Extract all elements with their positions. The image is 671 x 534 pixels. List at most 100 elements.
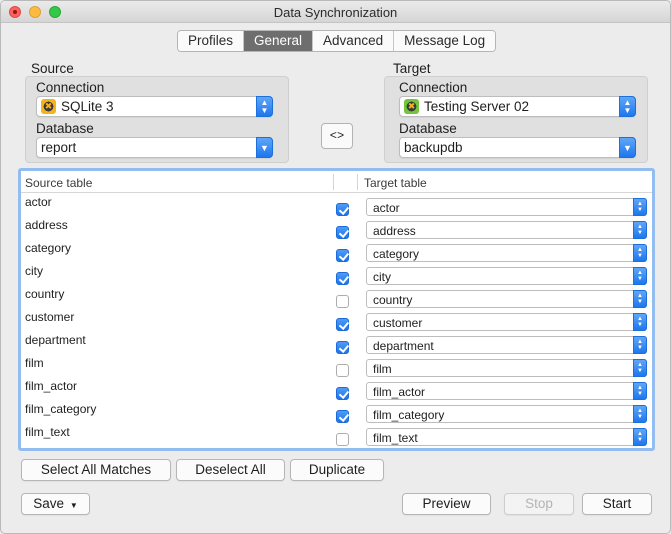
source-connection-select[interactable]: ✖ SQLite 3 ▲ ▼ <box>36 96 273 117</box>
chevron-updown-icon: ▲ ▼ <box>633 359 647 377</box>
triangle-down-icon: ▼ <box>69 501 78 510</box>
save-button[interactable]: Save ▼ <box>21 493 90 515</box>
table-row[interactable]: film film ▲ ▼ <box>21 356 652 379</box>
row-include-checkbox[interactable] <box>336 364 349 377</box>
target-table-select[interactable]: department ▲ ▼ <box>366 336 647 354</box>
chevron-updown-icon: ▲ ▼ <box>633 290 647 308</box>
deselect-all-button[interactable]: Deselect All <box>176 459 285 481</box>
tab-message-log[interactable]: Message Log <box>393 31 496 51</box>
window-title: Data Synchronization <box>273 5 398 20</box>
row-include-checkbox[interactable] <box>336 387 349 400</box>
target-database-select[interactable]: backupdb ▼ <box>399 137 636 158</box>
table-row[interactable]: film_category film_category ▲ ▼ <box>21 402 652 425</box>
row-include-checkbox[interactable] <box>336 433 349 446</box>
table-row[interactable]: city city ▲ ▼ <box>21 264 652 287</box>
row-include-checkbox[interactable] <box>336 226 349 239</box>
target-heading: Target <box>393 61 431 76</box>
target-table-value: customer <box>373 316 423 330</box>
table-row[interactable]: film_text film_text ▲ ▼ <box>21 425 652 448</box>
target-table-select[interactable]: customer ▲ ▼ <box>366 313 647 331</box>
tab-advanced[interactable]: Advanced <box>312 31 394 51</box>
row-include-checkbox[interactable] <box>336 410 349 423</box>
table-row[interactable]: category category ▲ ▼ <box>21 241 652 264</box>
chevron-updown-icon: ▲ ▼ <box>633 198 647 216</box>
data-sync-window: Data Synchronization Profiles General Ad… <box>0 0 671 534</box>
table-row[interactable]: film_actor film_actor ▲ ▼ <box>21 379 652 402</box>
target-table-value: category <box>373 247 420 261</box>
column-source-table[interactable]: Source table <box>25 176 92 190</box>
table-row[interactable]: department department ▲ ▼ <box>21 333 652 356</box>
source-table-name: address <box>25 218 68 232</box>
chevron-updown-icon: ▲ ▼ <box>633 382 647 400</box>
chevron-updown-icon: ▲ ▼ <box>256 96 273 117</box>
source-database-select[interactable]: report ▼ <box>36 137 273 158</box>
preview-button[interactable]: Preview <box>402 493 491 515</box>
target-connection-label: Connection <box>399 80 468 95</box>
target-database-value: backupdb <box>404 140 463 155</box>
target-table-value: actor <box>373 201 400 215</box>
server-db-icon: ✖ <box>404 99 419 114</box>
source-connection-value: SQLite 3 <box>61 99 114 114</box>
table-row[interactable]: country country ▲ ▼ <box>21 287 652 310</box>
stop-button[interactable]: Stop <box>504 493 574 515</box>
chevron-updown-icon: ▲ ▼ <box>633 313 647 331</box>
target-table-select[interactable]: category ▲ ▼ <box>366 244 647 262</box>
tab-profiles[interactable]: Profiles <box>178 31 244 51</box>
target-database-label: Database <box>399 121 457 136</box>
row-include-checkbox[interactable] <box>336 203 349 216</box>
source-database-label: Database <box>36 121 94 136</box>
swap-source-target-button[interactable]: <> <box>321 123 353 149</box>
target-table-select[interactable]: film ▲ ▼ <box>366 359 647 377</box>
duplicate-button[interactable]: Duplicate <box>290 459 384 481</box>
target-table-select[interactable]: country ▲ ▼ <box>366 290 647 308</box>
target-table-value: city <box>373 270 391 284</box>
target-table-select[interactable]: film_actor ▲ ▼ <box>366 382 647 400</box>
source-database-value: report <box>41 140 77 155</box>
table-mapping[interactable]: Source table Target table actor actor ▲ ▼ ad… <box>18 168 655 451</box>
target-connection-select[interactable]: ✖ Testing Server 02 ▲ ▼ <box>399 96 636 117</box>
target-table-value: film <box>373 362 392 376</box>
chevron-updown-icon: ▲ ▼ <box>633 267 647 285</box>
row-include-checkbox[interactable] <box>336 272 349 285</box>
target-table-select[interactable]: city ▲ ▼ <box>366 267 647 285</box>
source-table-name: country <box>25 287 65 301</box>
tab-bar: Profiles General Advanced Message Log <box>177 30 497 52</box>
select-all-matches-button[interactable]: Select All Matches <box>21 459 171 481</box>
row-include-checkbox[interactable] <box>336 295 349 308</box>
chevron-updown-icon: ▲ ▼ <box>633 336 647 354</box>
source-table-name: film_actor <box>25 379 78 393</box>
target-table-select[interactable]: address ▲ ▼ <box>366 221 647 239</box>
source-heading: Source <box>31 61 74 76</box>
target-table-select[interactable]: film_text ▲ ▼ <box>366 428 647 446</box>
table-row[interactable]: actor actor ▲ ▼ <box>21 195 652 218</box>
source-group: Connection ✖ SQLite 3 ▲ ▼ Database report … <box>25 76 289 163</box>
table-header: Source table Target table <box>21 171 652 193</box>
chevron-updown-icon: ▲ ▼ <box>633 244 647 262</box>
row-include-checkbox[interactable] <box>336 249 349 262</box>
target-table-value: film_actor <box>373 385 426 399</box>
source-table-name: city <box>25 264 43 278</box>
table-row[interactable]: address address ▲ ▼ <box>21 218 652 241</box>
target-table-select[interactable]: actor ▲ ▼ <box>366 198 647 216</box>
column-target-table[interactable]: Target table <box>364 176 427 190</box>
sqlite-db-icon: ✖ <box>41 99 56 114</box>
table-row[interactable]: customer customer ▲ ▼ <box>21 310 652 333</box>
titlebar: Data Synchronization <box>1 1 670 23</box>
source-table-name: film_category <box>25 402 97 416</box>
chevron-down-icon: ▼ <box>619 137 636 158</box>
row-include-checkbox[interactable] <box>336 318 349 331</box>
start-button[interactable]: Start <box>582 493 652 515</box>
target-table-value: address <box>373 224 416 238</box>
column-divider <box>357 174 358 190</box>
chevron-updown-icon: ▲ ▼ <box>633 405 647 423</box>
source-table-name: actor <box>25 195 52 209</box>
tab-general[interactable]: General <box>243 31 313 51</box>
target-table-select[interactable]: film_category ▲ ▼ <box>366 405 647 423</box>
source-table-name: customer <box>25 310 75 324</box>
chevron-updown-icon: ▲ ▼ <box>633 221 647 239</box>
column-divider <box>333 174 334 190</box>
row-include-checkbox[interactable] <box>336 341 349 354</box>
source-table-name: film <box>25 356 44 370</box>
source-table-name: department <box>25 333 86 347</box>
target-table-value: film_category <box>373 408 445 422</box>
